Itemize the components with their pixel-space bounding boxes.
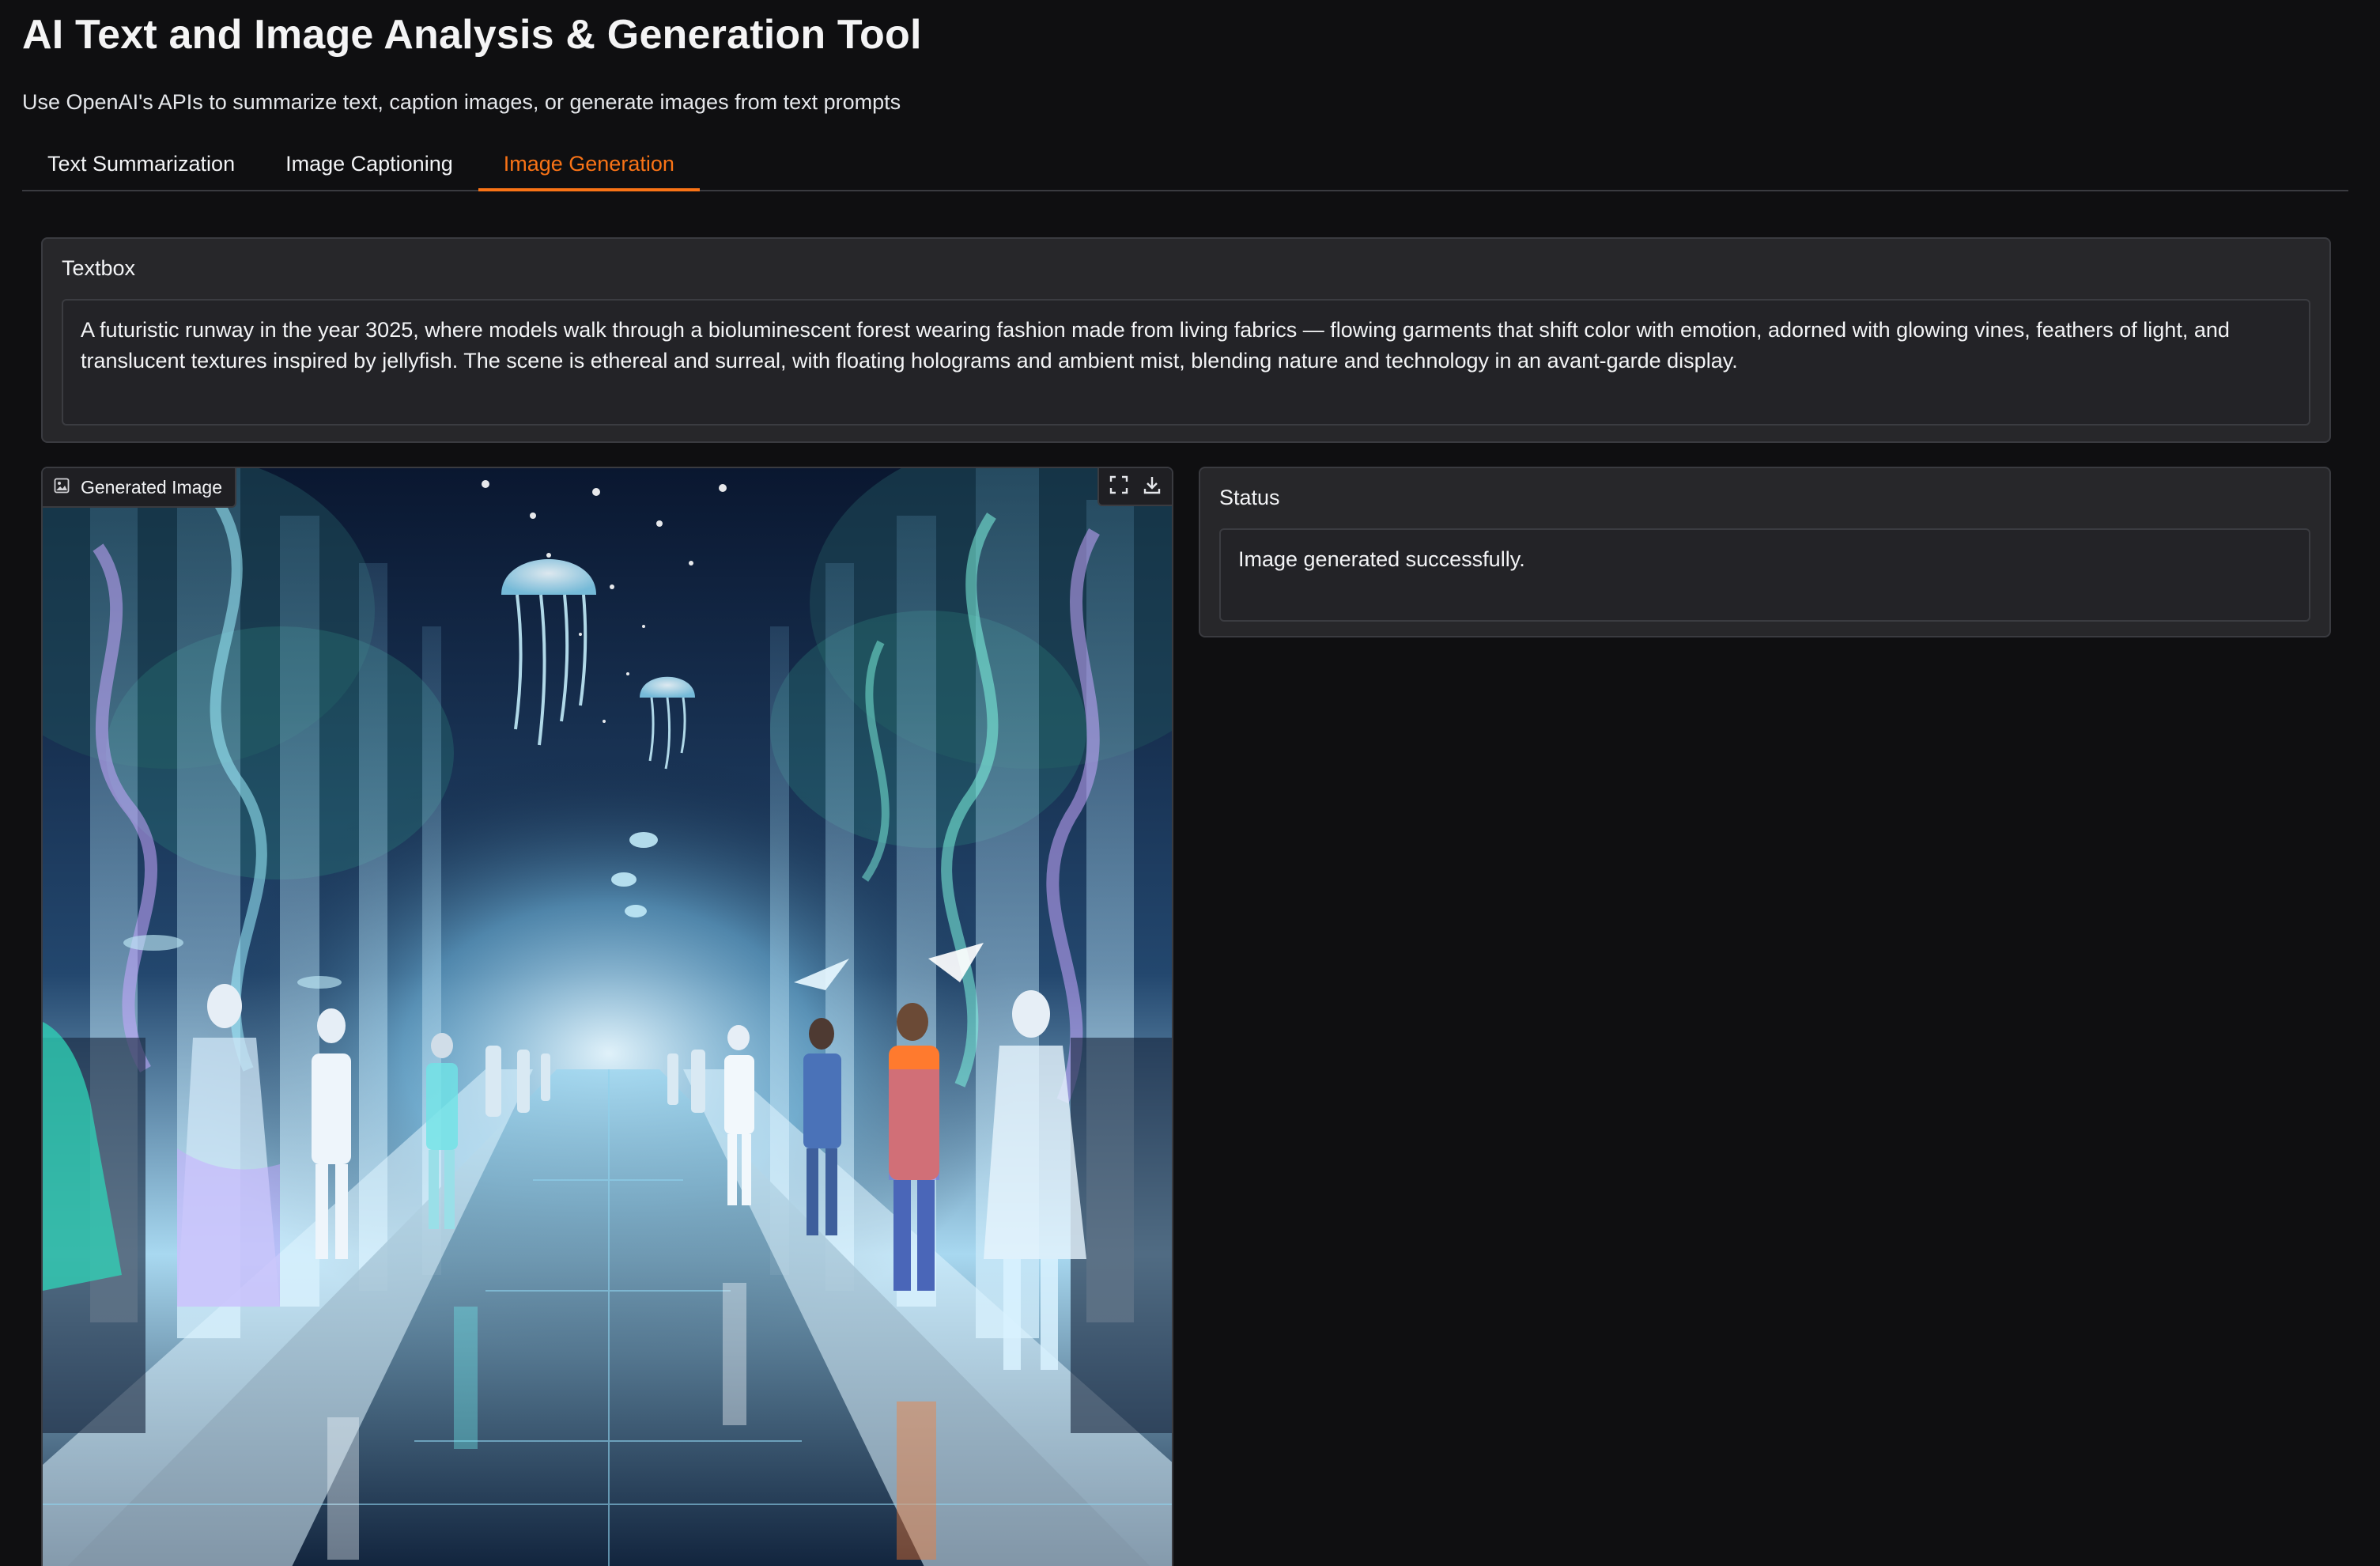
textbox-panel: Textbox A futuristic runway in the year …	[41, 237, 2331, 443]
app-root: AI Text and Image Analysis & Generation …	[0, 0, 2380, 1566]
prompt-textarea[interactable]: A futuristic runway in the year 3025, wh…	[62, 299, 2310, 426]
download-button[interactable]	[1137, 471, 1167, 501]
generated-image-label: Generated Image	[81, 476, 223, 497]
status-label: Status	[1219, 486, 1280, 509]
textbox-label: Textbox	[62, 256, 136, 280]
fullscreen-button[interactable]	[1104, 471, 1134, 501]
status-panel: Status Image generated successfully.	[1199, 467, 2331, 637]
status-output[interactable]: Image generated successfully.	[1219, 528, 2310, 622]
tab-image-generation[interactable]: Image Generation	[478, 141, 701, 191]
image-toolbar	[1097, 468, 1172, 506]
page-title: AI Text and Image Analysis & Generation …	[22, 12, 922, 58]
download-icon	[1142, 475, 1162, 499]
image-icon	[54, 477, 70, 498]
page-subtitle: Use OpenAI's APIs to summarize text, cap…	[22, 90, 901, 114]
fullscreen-icon	[1109, 475, 1129, 499]
generated-image-label-block: Generated Image	[43, 468, 237, 508]
tab-bar: Text Summarization Image Captioning Imag…	[22, 141, 2348, 191]
generated-image	[43, 468, 1172, 1566]
tab-text-summarization[interactable]: Text Summarization	[22, 141, 260, 190]
tab-image-captioning[interactable]: Image Captioning	[260, 141, 478, 190]
generated-image-panel: Generated Image	[41, 467, 1173, 1566]
